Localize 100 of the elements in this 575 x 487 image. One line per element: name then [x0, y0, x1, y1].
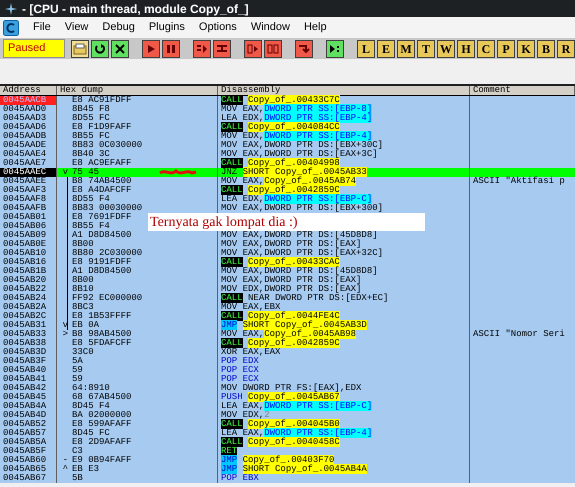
toolbar-button[interactable] [162, 40, 180, 58]
letter-button[interactable]: P [497, 40, 515, 58]
toolbar-button[interactable] [111, 40, 129, 58]
restart-icon [93, 42, 107, 54]
disassembly-cell: POP EBX [221, 474, 259, 483]
hex-cell-text: 5A [71, 357, 83, 366]
jump-marker: v [62, 168, 68, 177]
hex-cell-text: BA 02000000 [71, 411, 132, 420]
column-header[interactable]: Address [0, 86, 57, 95]
hex-cell-text: 8B45 F8 [71, 105, 110, 114]
menu-item[interactable]: Debug [102, 19, 135, 36]
letter-button[interactable]: W [437, 40, 455, 58]
table-row[interactable]: 0045AB38 E8 5FDAFCFF CALL Copy_of_.0042859C [0, 339, 575, 348]
address-cell: 0045AB1B [0, 267, 57, 276]
cpu-window-icon[interactable] [3, 20, 19, 36]
table-row[interactable]: 0045AB0E 8B00 MOV EAX,DWORD PTR DS:[EAX] [0, 240, 575, 249]
hex-cell-text: A1 D8D84500 [71, 267, 132, 276]
disassembly-cell: POP ECX [221, 366, 259, 375]
letter-button[interactable]: L [357, 40, 375, 58]
menu-item[interactable]: Options [198, 19, 237, 36]
hex-cell-text: 33C0 [71, 348, 94, 357]
address-cell: 0045AB20 [0, 276, 57, 285]
disassembly-cell: CALL Copy_of_.00433CAC [221, 258, 340, 267]
table-row[interactable]: 0045AB41 59 POP ECX [0, 375, 575, 384]
disassembly-cell: CALL Copy_of_.0042859C [221, 186, 340, 195]
letter-button[interactable]: R [557, 40, 575, 58]
scribble-mark [158, 168, 198, 177]
table-row[interactable]: 0045AADB 8B55 FC MOV EDX,DWORD PTR SS:[EBP-4] [0, 132, 575, 141]
letter-button[interactable]: B [537, 40, 555, 58]
window-title: - [CPU - main thread, module Copy_of_] [22, 2, 249, 14]
toolbar-button[interactable] [193, 40, 211, 58]
letter-button[interactable]: M [397, 40, 415, 58]
address-cell: 0045AB24 [0, 294, 57, 303]
toolbar-button[interactable] [91, 40, 109, 58]
table-row[interactable]: 0045AB65 ^ EB E3 JMP SHORT Copy_of_.0045AB4A [0, 465, 575, 474]
disassembly-cell: POP ECX [221, 375, 259, 384]
menu-item[interactable]: File [33, 19, 51, 36]
toolbar-button[interactable] [142, 40, 160, 58]
menu-item[interactable]: Help [304, 19, 327, 36]
menu-item[interactable]: View [64, 19, 88, 36]
table-row[interactable]: 0045AB67 5B POP EBX [0, 474, 575, 483]
address-cell: 0045AB52 [0, 420, 57, 429]
letter-button[interactable]: H [457, 40, 475, 58]
table-row[interactable]: 0045AB1B A1 D8D84500 MOV EAX,DWORD PTR DS:[45D8D8] [0, 267, 575, 276]
table-row[interactable]: 0045AAF8 8D55 F4 LEA EDX,DWORD PTR SS:[EBP-C] [0, 195, 575, 204]
hex-cell-text: E9 0B94FAFF [71, 456, 132, 465]
disassembly-cell: MOV DWORD PTR FS:[EAX],EDX [221, 384, 362, 393]
toolbar-button[interactable] [264, 40, 282, 58]
jump-marker: - [62, 456, 68, 465]
menu-item[interactable]: Plugins [148, 19, 185, 36]
disassembly-cell: MOV EDX,DWORD PTR DS:[EAX] [221, 285, 362, 294]
disassembly-cell: PUSH Copy_of_.0045AB67 [221, 393, 340, 402]
letter-button[interactable]: E [377, 40, 395, 58]
disassembly-cell: MOV EDX,2 [221, 411, 270, 420]
address-cell: 0045AB16 [0, 258, 57, 267]
table-row[interactable]: 0045AB40 59 POP ECX [0, 366, 575, 375]
table-row[interactable]: 0045AADE 8B83 0C030000 MOV EAX,DWORD PTR DS:[EBX+30C] [0, 141, 575, 150]
hex-cell-text: 8D55 FC [71, 114, 110, 123]
address-cell: 0045AB4D [0, 411, 57, 420]
menu-item[interactable]: Window [250, 19, 290, 36]
disassembly-cell: JMP SHORT Copy_of_.0045AB4A [221, 465, 367, 474]
hex-cell-text: 8B10 [71, 285, 94, 294]
table-row[interactable]: 0045AB3F 5A POP EDX [0, 357, 575, 366]
toolbar-button[interactable] [71, 40, 89, 58]
letter-button[interactable]: C [477, 40, 495, 58]
disassembly-cell: CALL Copy_of_.0040458C [221, 438, 340, 447]
table-row[interactable]: 0045AB3D 33C0 XOR EAX,EAX [0, 348, 575, 357]
return-arrow-icon [297, 42, 311, 54]
address-cell: 0045AAD6 [0, 123, 57, 132]
toolbar-button[interactable] [244, 40, 262, 58]
address-cell: 0045AB40 [0, 366, 57, 375]
toolbar-button[interactable] [326, 40, 344, 58]
table-row[interactable]: 0045AB5A E8 2D9AFAFF CALL Copy_of_.0040458C [0, 438, 575, 447]
table-row[interactable]: 0045AB4A 8D45 F4 LEA EAX,DWORD PTR SS:[EBP-C] [0, 402, 575, 411]
close-icon [113, 42, 127, 54]
address-cell: 0045AB2A [0, 303, 57, 312]
hex-cell-text: B8 74AB4500 [71, 177, 132, 186]
toolbar-button[interactable] [213, 40, 231, 58]
column-header[interactable]: Hex dump [57, 86, 218, 95]
disassembly-cell: MOV EAX,EBX [221, 303, 280, 312]
column-header[interactable]: Comment [470, 86, 575, 95]
toolbar-button[interactable] [295, 40, 313, 58]
hex-cell-text: E8 1B53FFFF [71, 312, 132, 321]
address-cell: 0045AB45 [0, 393, 57, 402]
disassembly-cell: XOR EAX,EAX [221, 348, 280, 357]
letter-button[interactable]: T [417, 40, 435, 58]
table-row[interactable]: 0045AB20 8B00 MOV EAX,DWORD PTR DS:[EAX] [0, 276, 575, 285]
disassembly-cell: JNZ SHORT Copy_of_.0045AB33 [221, 168, 367, 177]
hex-cell-text: E8 AC9EFAFF [71, 159, 132, 168]
address-cell: 0045AB3F [0, 357, 57, 366]
address-cell: 0045AB22 [0, 285, 57, 294]
letter-button[interactable]: K [517, 40, 535, 58]
table-row[interactable]: 0045AB24 FF92 EC000000 CALL NEAR DWORD PTR DS:[EDX+EC] [0, 294, 575, 303]
hex-cell-text: 8D45 FC [71, 429, 110, 438]
address-cell: 0045AB67 [0, 474, 57, 483]
table-row[interactable]: 0045AB16 E8 9191FDFF CALL Copy_of_.00433CAC [0, 258, 575, 267]
address-cell: 0045AAD3 [0, 114, 57, 123]
disassembly-cell: MOV EAX,DWORD PTR DS:[EAX+3C] [221, 150, 378, 159]
table-row[interactable]: 0045AAEC v 75 45 JNZ SHORT Copy_of_.0045AB33 [0, 168, 575, 177]
disassembly-cell: POP EDX [221, 357, 259, 366]
